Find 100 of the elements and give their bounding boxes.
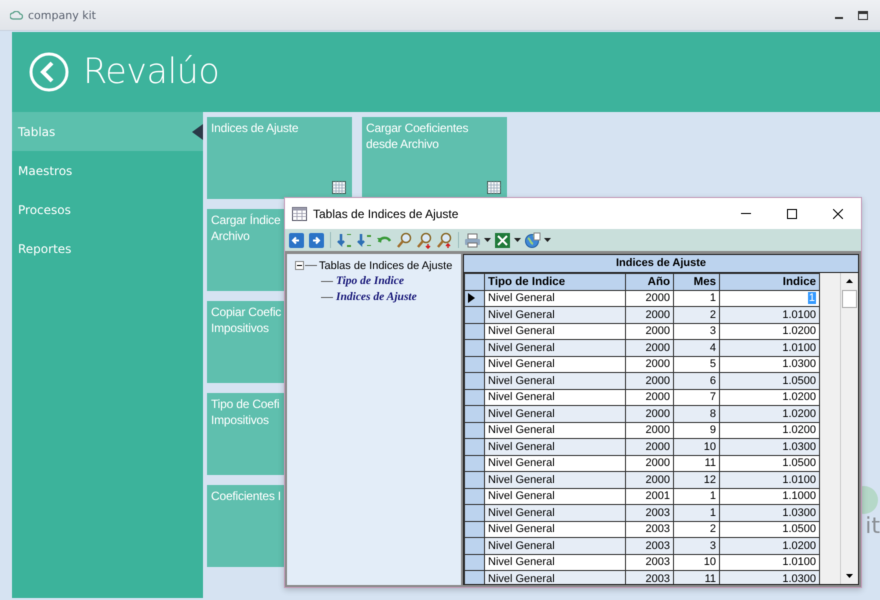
column-header[interactable]: Mes (674, 274, 720, 290)
table-cell: Nivel General (484, 340, 626, 356)
page-title: Revalúo (83, 52, 220, 92)
column-header[interactable]: Tipo de Indice (484, 274, 626, 290)
table-cell: 2003 (626, 504, 674, 521)
globe-icon[interactable] (524, 232, 541, 248)
sort-ascending-icon[interactable] (336, 232, 353, 248)
current-row-icon (468, 293, 475, 304)
table-cell: Nivel General (484, 372, 626, 389)
sidebar-item[interactable]: Procesos (12, 190, 203, 229)
table-cell: Nivel General (484, 323, 626, 340)
table-cell: 10 (674, 438, 720, 455)
tile[interactable]: Indices de Ajuste (207, 117, 352, 199)
table-cell: 1.0500 (720, 372, 820, 389)
search-icon[interactable] (396, 232, 413, 248)
tree-item[interactable]: Tablas de Indices de Ajuste (319, 260, 452, 272)
table-cell: 1.0200 (720, 323, 820, 340)
table-cell: Nivel General (484, 406, 626, 422)
table-cell: 2003 (626, 521, 674, 538)
column-header[interactable]: Año (626, 274, 674, 290)
table-cell: 9 (674, 422, 720, 438)
table-cell: Nivel General (484, 570, 626, 584)
tile[interactable]: Tipo de Coefi Impositivos (207, 393, 284, 475)
table-cell: 1.0100 (720, 306, 820, 323)
table-cell: Nivel General (484, 455, 626, 472)
table-icon (292, 206, 307, 220)
maximize-icon (858, 10, 868, 20)
collapse-icon[interactable] (295, 261, 304, 270)
printer-icon[interactable] (464, 232, 481, 248)
search-down-icon[interactable] (416, 232, 433, 248)
table-cell: Nivel General (484, 306, 626, 323)
back-icon[interactable] (29, 52, 69, 92)
table-cell: 1 (674, 504, 720, 521)
table-cell: 1.0200 (720, 538, 820, 554)
dropdown-caret-icon[interactable] (514, 238, 521, 242)
sidebar-item[interactable]: Tablas (12, 112, 203, 151)
dropdown-caret-icon[interactable] (544, 238, 551, 242)
cloud-icon (10, 10, 23, 20)
dialog-title: Tablas de Indices de Ajuste (313, 206, 460, 220)
table-cell: Nivel General (484, 554, 626, 570)
table-cell: 2000 (626, 290, 674, 306)
table-cell: 2000 (626, 406, 674, 422)
tile[interactable]: Cargar Índice Archivo (207, 209, 284, 291)
table-cell: 1.1000 (720, 488, 820, 504)
tree-item[interactable]: Tipo de Indice (336, 275, 404, 287)
table-cell: Nivel General (484, 472, 626, 488)
grid-caption: Indices de Ajuste (464, 255, 858, 273)
table-cell: 1.0100 (720, 554, 820, 570)
tree-item[interactable]: Indices de Ajuste (336, 291, 417, 303)
tile[interactable]: Coeficientes I (207, 485, 284, 567)
tile[interactable]: Copiar Coefic Impositivos (207, 301, 284, 383)
dropdown-caret-icon[interactable] (484, 238, 491, 242)
maximize-icon (787, 208, 797, 218)
table-cell: 2000 (626, 323, 674, 340)
table-cell: 1.0300 (720, 570, 820, 584)
table-cell: 11 (674, 570, 720, 584)
search-up-icon[interactable] (436, 232, 453, 248)
sidebar-item[interactable]: Maestros (12, 151, 203, 190)
table-cell: 1.0100 (720, 340, 820, 356)
table-cell: 5 (674, 356, 720, 372)
table-cell: 1.0300 (720, 504, 820, 521)
table-cell: 2000 (626, 472, 674, 488)
table-cell: 3 (674, 538, 720, 554)
scrollbar[interactable] (840, 273, 858, 584)
table-cell: 12 (674, 472, 720, 488)
column-header[interactable]: Indice (720, 274, 820, 290)
table-cell: 2000 (626, 306, 674, 323)
scroll-down-icon[interactable] (846, 574, 853, 578)
sidebar-item[interactable]: Reportes (12, 229, 203, 268)
table-cell: Nivel General (484, 356, 626, 372)
tile[interactable]: Cargar Coeficientes desde Archivo (362, 117, 507, 199)
table-cell: Nivel General (484, 504, 626, 521)
table-cell: 2000 (626, 422, 674, 438)
table-cell: 2 (674, 521, 720, 538)
table-cell: 2000 (626, 455, 674, 472)
table-cell: 7 (674, 389, 720, 406)
table-cell: Nivel General (484, 521, 626, 538)
sort-descending-icon[interactable] (356, 232, 373, 248)
table-cell: 11 (674, 455, 720, 472)
table-cell: 1 (674, 290, 720, 306)
selection-pointer-icon (192, 124, 203, 140)
scroll-up-icon[interactable] (846, 279, 853, 283)
table-cell: Nivel General (484, 438, 626, 455)
table-cell: 2003 (626, 554, 674, 570)
table-cell: 2000 (626, 438, 674, 455)
table-cell: 2000 (626, 389, 674, 406)
table-cell[interactable]: 1 (720, 290, 820, 306)
table-cell: 2003 (626, 538, 674, 554)
table-cell: 6 (674, 372, 720, 389)
table-cell: 4 (674, 340, 720, 356)
scroll-thumb[interactable] (842, 290, 857, 308)
spreadsheet-icon[interactable] (494, 232, 511, 248)
table-cell: 1.0300 (720, 356, 820, 372)
app-title: company kit (28, 8, 97, 22)
table-cell: 2000 (626, 372, 674, 389)
table-cell: 2000 (626, 340, 674, 356)
table-cell: 2000 (626, 356, 674, 372)
table-cell: Nivel General (484, 488, 626, 504)
table-cell: 1.0500 (720, 521, 820, 538)
table-cell: Nivel General (484, 422, 626, 438)
